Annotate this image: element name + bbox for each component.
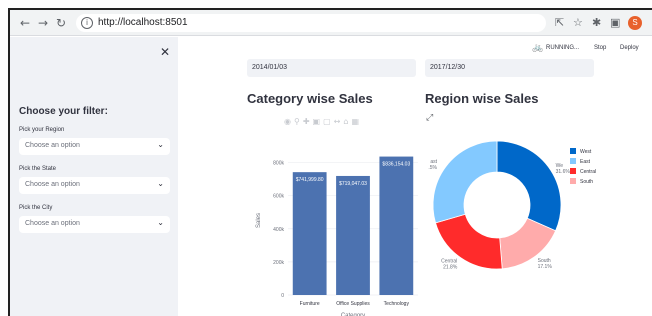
end-date-input[interactable]: 2017/12/30 bbox=[425, 59, 594, 77]
close-sidebar-icon[interactable]: ✕ bbox=[160, 45, 170, 59]
running-icon: 🚲 bbox=[532, 43, 544, 53]
bookmark-star-icon[interactable]: ☆ bbox=[573, 16, 583, 30]
y-axis-label: Sales bbox=[256, 213, 262, 228]
bar-technology bbox=[379, 156, 414, 295]
stop-button[interactable]: Stop bbox=[594, 45, 606, 51]
legend-swatch bbox=[570, 148, 576, 154]
slice-label-line: 21.8% bbox=[443, 265, 458, 271]
y-tick-label: 400k bbox=[273, 227, 284, 233]
browser-toolbar: ← → ↻ i http://localhost:8501 ⇱ ☆ ✱ ▣ S bbox=[10, 10, 652, 36]
slice-label: We 31.6% bbox=[556, 163, 571, 175]
slice-label-line: .5% bbox=[428, 165, 437, 171]
city-placeholder: Choose an option bbox=[25, 220, 80, 227]
address-text: http://localhost:8501 bbox=[98, 17, 188, 28]
end-date-value: 2017/12/30 bbox=[430, 64, 466, 71]
city-select[interactable]: Choose an option ⌄ bbox=[19, 216, 170, 233]
forward-icon[interactable]: → bbox=[36, 16, 50, 30]
chevron-down-icon: ⌄ bbox=[157, 179, 164, 188]
site-info-icon[interactable]: i bbox=[81, 17, 93, 29]
category-chart-title: Category wise Sales bbox=[247, 91, 373, 106]
region-select[interactable]: Choose an option ⌄ bbox=[19, 138, 170, 155]
category-bar-chart: 0 200k 400k 600k 800k $741,999.80 Furniture $71… bbox=[256, 156, 418, 316]
state-label: Pick the State bbox=[19, 166, 57, 172]
reload-icon[interactable]: ↻ bbox=[54, 16, 68, 30]
y-tick-label: 600k bbox=[273, 194, 284, 200]
slice-label: ast .5% bbox=[428, 159, 437, 171]
slice-label-line: 17.1% bbox=[538, 264, 553, 270]
y-tick-label: 0 bbox=[281, 293, 284, 299]
legend-swatch bbox=[570, 168, 576, 174]
state-select[interactable]: Choose an option ⌄ bbox=[19, 177, 170, 194]
bar-data-label: $719,047.03 bbox=[339, 181, 367, 187]
slice-label: South 17.1% bbox=[538, 258, 553, 270]
state-placeholder: Choose an option bbox=[25, 181, 80, 188]
chevron-down-icon: ⌄ bbox=[157, 218, 164, 227]
y-tick-label: 800k bbox=[273, 161, 284, 167]
legend-item: South bbox=[580, 179, 593, 185]
side-panel-icon[interactable]: ▣ bbox=[610, 16, 620, 30]
region-label: Pick your Region bbox=[19, 127, 65, 133]
legend-item: Central bbox=[580, 169, 596, 175]
legend-swatch bbox=[570, 158, 576, 164]
profile-avatar[interactable]: S bbox=[628, 16, 642, 30]
region-donut-chart: We 31.6%ast .5%Central 21.8%South 17.1%WestE… bbox=[428, 140, 596, 271]
bar-furniture bbox=[292, 172, 327, 295]
browser-window: ← → ↻ i http://localhost:8501 ⇱ ☆ ✱ ▣ S … bbox=[8, 8, 652, 316]
share-icon[interactable]: ⇱ bbox=[555, 16, 564, 30]
sidebar: ✕ Choose your filter: Pick your Region C… bbox=[10, 37, 178, 316]
slice-east bbox=[432, 140, 498, 224]
deploy-button[interactable]: Deploy bbox=[620, 45, 639, 51]
x-tick-label: Office Supplies bbox=[336, 301, 370, 307]
start-date-value: 2014/01/03 bbox=[252, 64, 288, 71]
chart-modebar[interactable]: ◉⚲✚▣▢↔⌂▦ bbox=[284, 117, 362, 126]
x-tick-label: Furniture bbox=[300, 301, 320, 307]
slice-label-line: 31.6% bbox=[556, 169, 571, 175]
sidebar-title: Choose your filter: bbox=[19, 106, 108, 117]
chevron-down-icon: ⌄ bbox=[157, 140, 164, 149]
address-bar[interactable]: i http://localhost:8501 bbox=[76, 14, 546, 32]
legend-item: East bbox=[580, 159, 591, 165]
expand-icon[interactable]: ⤢ bbox=[426, 113, 433, 123]
slice-label: Central 21.8% bbox=[441, 259, 458, 271]
legend-swatch bbox=[570, 178, 576, 184]
running-status: RUNNING... bbox=[546, 45, 579, 51]
legend-item: West bbox=[580, 149, 592, 155]
slice-west bbox=[496, 140, 562, 232]
extensions-icon[interactable]: ✱ bbox=[592, 16, 601, 30]
bar-office-supplies bbox=[336, 175, 370, 295]
city-label: Pick the City bbox=[19, 205, 53, 211]
region-placeholder: Choose an option bbox=[25, 142, 80, 149]
y-tick-label: 200k bbox=[273, 260, 284, 266]
x-tick-label: Technology bbox=[384, 301, 410, 307]
bar-data-label: $836,154.03 bbox=[382, 162, 410, 168]
bar-data-label: $741,999.80 bbox=[296, 177, 324, 183]
region-chart-title: Region wise Sales bbox=[425, 91, 539, 106]
back-icon[interactable]: ← bbox=[18, 16, 32, 30]
start-date-input[interactable]: 2014/01/03 bbox=[247, 59, 416, 77]
